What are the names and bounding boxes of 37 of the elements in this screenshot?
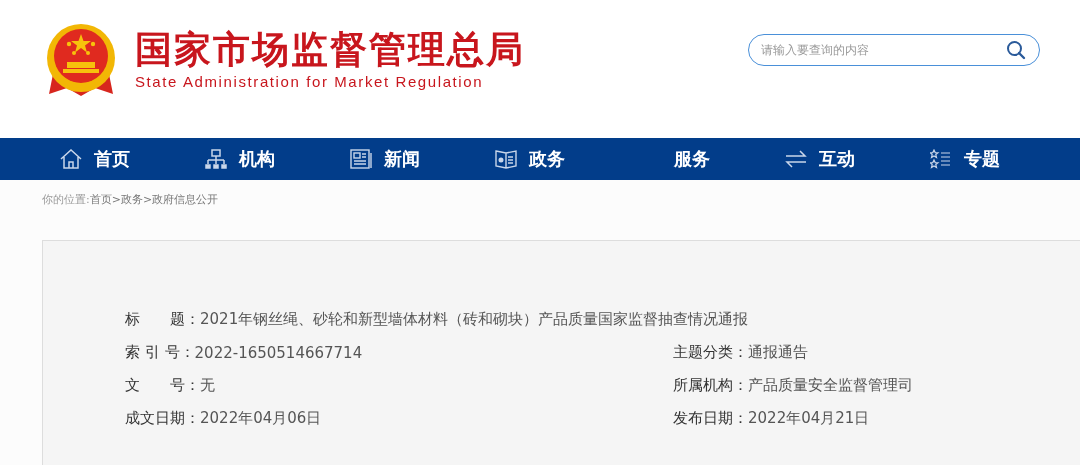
breadcrumb-link[interactable]: 首页 bbox=[89, 192, 112, 208]
breadcrumb-separator: > bbox=[111, 192, 121, 208]
field-value: 产品质量安全监督管理司 bbox=[748, 376, 913, 395]
nav-item[interactable]: 互动 bbox=[785, 147, 930, 171]
nav-item[interactable]: 服务 bbox=[640, 147, 785, 171]
field-value: 2021年钢丝绳、砂轮和新型墙体材料（砖和砌块）产品质量国家监督抽查情况通报 bbox=[200, 310, 749, 329]
nav-item[interactable]: 新闻 bbox=[350, 147, 495, 171]
breadcrumb-link[interactable]: 政务 bbox=[120, 192, 143, 208]
hierarchy-icon bbox=[205, 149, 227, 169]
newspaper-icon bbox=[350, 149, 372, 169]
site-title: 国家市场监督管理总局 bbox=[135, 28, 525, 72]
field-label: 文 号： bbox=[125, 376, 200, 395]
field-value: 通报通告 bbox=[748, 343, 808, 362]
field-label: 发布日期： bbox=[673, 409, 748, 428]
breadcrumb-label: 你的位置: bbox=[42, 192, 90, 208]
nav-item[interactable]: 首页 bbox=[60, 147, 205, 171]
search-field[interactable]: 请输入要查询的内容 bbox=[748, 34, 1040, 66]
breadcrumb-separator: > bbox=[142, 192, 153, 208]
field-value: 2022-1650514667714 bbox=[194, 343, 363, 362]
field-value: 2022年04月06日 bbox=[200, 409, 322, 428]
nav-item[interactable]: 机构 bbox=[205, 147, 350, 171]
field-label: 索 引 号： bbox=[125, 343, 195, 362]
field-label: 所属机构： bbox=[673, 376, 748, 395]
search-icon[interactable] bbox=[1006, 40, 1026, 60]
site-subtitle: State Administration for Market Regulation bbox=[135, 72, 485, 92]
home-icon bbox=[60, 149, 82, 169]
book-icon bbox=[495, 149, 517, 169]
nav-item[interactable]: 专题 bbox=[930, 147, 1075, 171]
field-value: 2022年04月21日 bbox=[748, 409, 870, 428]
breadcrumb-link[interactable]: 政府信息公开 bbox=[152, 192, 219, 208]
star-list-icon bbox=[930, 149, 952, 169]
field-value: 无 bbox=[200, 376, 215, 395]
field-label: 标 题： bbox=[125, 310, 200, 329]
nav-item[interactable]: 政务 bbox=[495, 147, 640, 171]
swap-arrows-icon bbox=[785, 149, 807, 169]
field-label: 主题分类： bbox=[673, 343, 748, 362]
field-label: 成文日期： bbox=[125, 409, 200, 428]
